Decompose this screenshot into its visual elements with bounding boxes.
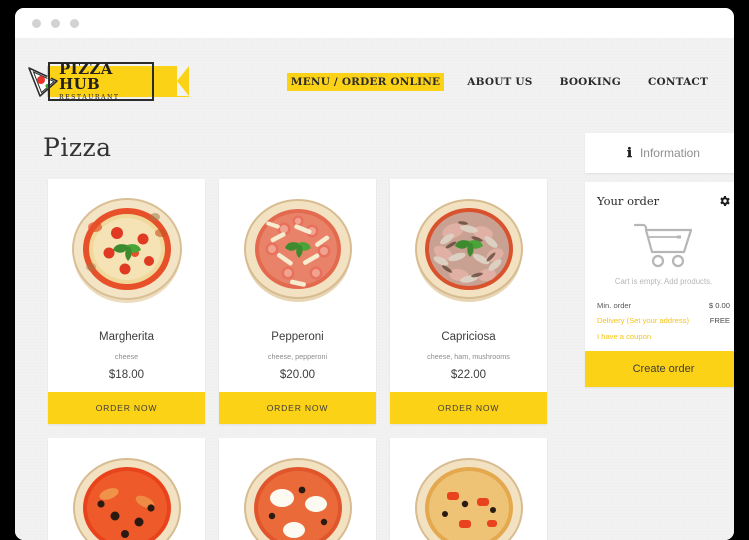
product-card[interactable]: ORDER NOW (390, 438, 547, 540)
product-name: Pepperoni (271, 331, 324, 343)
window-dot-close[interactable] (32, 18, 41, 28)
cart-empty-message: Cart is empty. Add products. (614, 277, 713, 286)
product-description: cheese (114, 352, 139, 361)
browser-window: PIZZA HUB RESTAURANT MENU / ORDER ONLINE… (15, 8, 734, 540)
product-card[interactable]: ORDER NOW (219, 438, 376, 540)
product-price: $18.00 (108, 369, 145, 381)
create-order-button[interactable]: Create order (585, 351, 734, 387)
window-dot-minimize[interactable] (51, 18, 60, 28)
delivery-address-link[interactable]: Delivery (Set your address) (597, 316, 689, 325)
order-now-button[interactable]: ORDER NOW (390, 392, 547, 424)
diavola-pizza-image (48, 438, 205, 540)
order-panel-title: Your order (597, 194, 660, 208)
min-order-row: Min. order $ 0.00 (597, 298, 730, 313)
logo-subtitle: RESTAURANT (59, 94, 120, 101)
pepperoni-pizza-image (219, 179, 376, 319)
information-tab-label: Information (639, 146, 700, 160)
margherita-pizza-image (48, 179, 205, 319)
logo-title: PIZZA HUB (59, 60, 113, 93)
shopping-cart-icon (633, 223, 692, 268)
product-grid: Margherita cheese $18.00 ORDER NOW Peppe… (28, 179, 565, 540)
coupon-link[interactable]: I have a coupon (597, 328, 730, 351)
nav-item-about-us[interactable]: ABOUT US (467, 76, 532, 88)
information-tab[interactable]: ℹ Information (585, 133, 734, 173)
product-price: $22.00 (450, 369, 487, 381)
cart-status-area: Cart is empty. Add products. (597, 208, 730, 298)
product-price: $20.00 (279, 369, 316, 381)
product-description: cheese, ham, mushrooms (427, 352, 510, 361)
vegetariana-pizza-image (390, 438, 547, 540)
product-card[interactable]: Capriciosa cheese, ham, mushrooms $22.00… (390, 179, 547, 424)
product-column: Pizza Margherita cheese $18.00 ORDER NOW… (28, 126, 565, 540)
info-icon: ℹ (627, 145, 632, 161)
delivery-row[interactable]: Delivery (Set your address) FREE (597, 313, 730, 328)
delivery-value: FREE (709, 316, 730, 325)
site-logo[interactable]: PIZZA HUB RESTAURANT (26, 59, 189, 105)
product-card[interactable]: Margherita cheese $18.00 ORDER NOW (48, 179, 205, 424)
nav-item-menu-order-online[interactable]: MENU / ORDER ONLINE (286, 73, 445, 91)
nav-item-contact[interactable]: CONTACT (648, 76, 708, 88)
page-title: Pizza (43, 133, 112, 162)
product-description: cheese, pepperoni (267, 352, 328, 361)
main-navigation: MENU / ORDER ONLINE ABOUT US BOOKING CON… (286, 73, 721, 91)
page-body: PIZZA HUB RESTAURANT MENU / ORDER ONLINE… (15, 38, 734, 540)
site-header: PIZZA HUB RESTAURANT MENU / ORDER ONLINE… (15, 38, 734, 126)
logo-text-box: PIZZA HUB RESTAURANT (48, 62, 154, 101)
product-card[interactable]: ORDER NOW (48, 438, 205, 540)
product-name: Capriciosa (441, 331, 496, 343)
order-panel-header: Your order (597, 194, 730, 208)
order-now-button[interactable]: ORDER NOW (219, 392, 376, 424)
capriciosa-pizza-image (390, 179, 547, 319)
min-order-value: $ 0.00 (708, 301, 730, 310)
quattro-formaggi-pizza-image (219, 438, 376, 540)
browser-titlebar (15, 8, 734, 38)
product-card[interactable]: Pepperoni cheese, pepperoni $20.00 ORDER… (219, 179, 376, 424)
order-now-button[interactable]: ORDER NOW (48, 392, 205, 424)
nav-item-booking[interactable]: BOOKING (560, 76, 621, 88)
order-sidebar: ℹ Information Your order Cart is empty. … (585, 126, 734, 540)
your-order-panel: Your order Cart is empty. Add products. … (585, 182, 734, 387)
product-name: Margherita (99, 331, 154, 343)
min-order-label: Min. order (597, 301, 632, 310)
window-dot-maximize[interactable] (70, 18, 79, 28)
gear-icon[interactable] (718, 195, 730, 207)
content-area: Pizza Margherita cheese $18.00 ORDER NOW… (15, 126, 734, 540)
